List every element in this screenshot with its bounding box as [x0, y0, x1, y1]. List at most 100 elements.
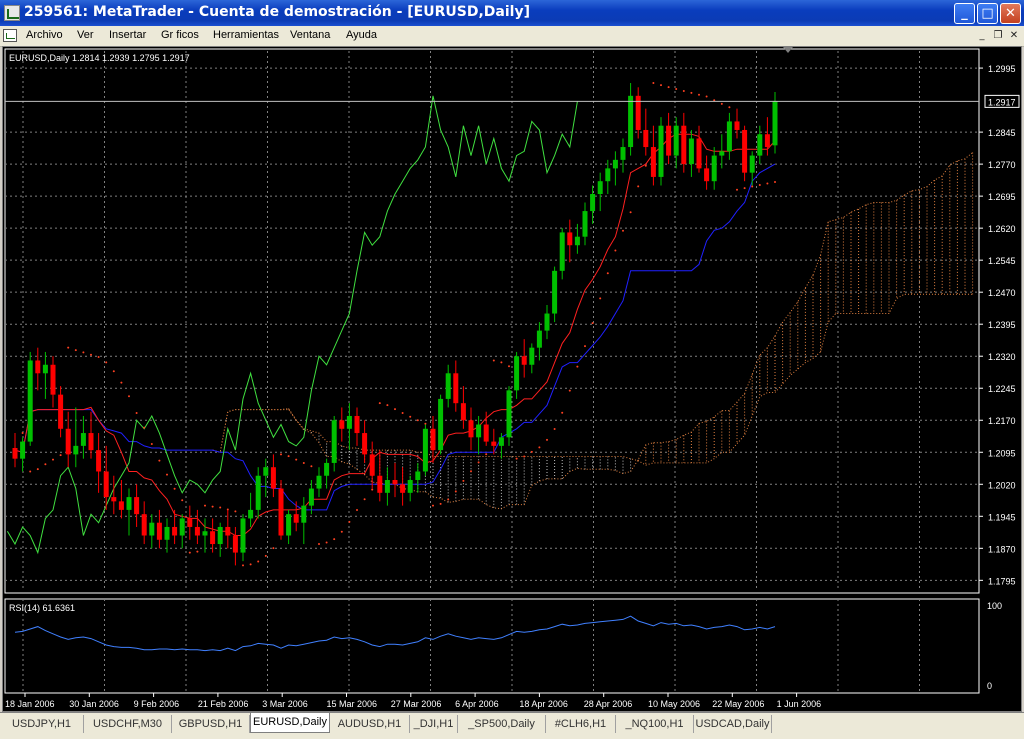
- parabolic-sar-dot: [470, 470, 472, 473]
- parabolic-sar-dot: [758, 183, 761, 186]
- candle-body: [666, 125, 672, 156]
- metatrader-app-icon[interactable]: [4, 5, 20, 21]
- parabolic-sar-dot: [97, 355, 100, 358]
- mdi-restore-button[interactable]: ❐: [991, 30, 1005, 42]
- menu-ayuda[interactable]: Ayuda: [346, 29, 377, 41]
- parabolic-sar-dot: [143, 426, 146, 429]
- candle-body: [681, 125, 687, 165]
- candle-body: [255, 475, 261, 510]
- candle-body: [749, 155, 755, 173]
- parabolic-sar-dot: [660, 84, 662, 87]
- chart-tab[interactable]: _DJI,H1: [410, 715, 458, 733]
- x-axis-tick-label: 1 Jun 2006: [777, 699, 822, 709]
- parabolic-sar-dot: [173, 487, 176, 490]
- parabolic-sar-dot: [211, 505, 214, 508]
- candle-body: [521, 356, 527, 365]
- menu-archivo[interactable]: Archivo: [26, 29, 63, 41]
- parabolic-sar-dot: [82, 351, 85, 354]
- chart-shift-marker[interactable]: [783, 47, 793, 53]
- candle-body: [453, 373, 459, 404]
- minimize-button[interactable]: _: [954, 3, 975, 24]
- menu-herramientas[interactable]: Herramientas: [213, 29, 279, 41]
- candle-body: [445, 373, 451, 399]
- candle-body: [80, 433, 86, 446]
- parabolic-sar-dot: [622, 229, 624, 232]
- parabolic-sar-dot: [698, 93, 700, 96]
- x-axis-tick-label: 27 Mar 2006: [391, 699, 442, 709]
- candle-body: [278, 488, 284, 536]
- menu-graficos[interactable]: Gr ficos: [161, 29, 199, 41]
- candle-body: [27, 360, 33, 442]
- candle-body: [582, 211, 588, 237]
- menu-insertar[interactable]: Insertar: [109, 29, 146, 41]
- candle-body: [529, 347, 535, 365]
- price-chart[interactable]: 1.2917 1.2995 1.2845 1.2770 1.2695 1.2620 1.25…: [3, 47, 1021, 711]
- parabolic-sar-dot: [348, 520, 351, 523]
- parabolic-sar-dot: [546, 438, 548, 441]
- x-axis-tick-label: 18 Jan 2006: [5, 699, 55, 709]
- candle-body: [764, 134, 770, 148]
- candle-body: [50, 364, 56, 395]
- parabolic-sar-dot: [447, 498, 450, 501]
- chart-tab[interactable]: USDCHF,M30: [84, 715, 172, 733]
- parabolic-sar-dot: [561, 411, 564, 414]
- parabolic-sar-dot: [439, 502, 442, 505]
- mdi-minimize-button[interactable]: _: [975, 30, 989, 42]
- menu-ver[interactable]: Ver: [77, 29, 94, 41]
- y-axis-tick-label: 1.2620: [988, 224, 1016, 234]
- chart-tab[interactable]: _NQ100,H1: [616, 715, 694, 733]
- candle-body: [65, 428, 71, 455]
- parabolic-sar-dot: [462, 479, 465, 482]
- candle-body: [536, 330, 542, 348]
- parabolic-sar-dot: [302, 462, 305, 465]
- main-pane-border: [4, 48, 980, 594]
- parabolic-sar-dot: [44, 463, 47, 466]
- chart-tab[interactable]: AUDUSD,H1: [330, 715, 410, 733]
- candle-body: [134, 497, 140, 515]
- parabolic-sar-dot: [264, 554, 267, 557]
- y-axis-tick-label: 1.2995: [988, 64, 1016, 74]
- x-axis-tick-label: 18 Apr 2006: [519, 699, 568, 709]
- parabolic-sar-dot: [29, 470, 32, 473]
- y-axis-tick-label: 1.2845: [988, 128, 1016, 138]
- chart-tab[interactable]: USDCAD,Daily: [694, 715, 772, 733]
- parabolic-sar-dot: [690, 91, 693, 94]
- candle-body: [118, 501, 124, 510]
- candle-body: [248, 509, 254, 519]
- candle-body: [346, 415, 352, 429]
- candle-body: [673, 125, 679, 156]
- parabolic-sar-dot: [128, 395, 130, 398]
- parabolic-sar-dot: [257, 560, 260, 563]
- parabolic-sar-dot: [743, 187, 746, 190]
- parabolic-sar-dot: [188, 551, 191, 554]
- maximize-button[interactable]: □: [977, 3, 998, 24]
- candle-body: [58, 394, 64, 429]
- menu-ventana[interactable]: Ventana: [290, 29, 330, 41]
- x-axis-tick-label: 15 Mar 2006: [327, 699, 378, 709]
- candle-body: [88, 433, 94, 451]
- chart-tab[interactable]: GBPUSD,H1: [172, 715, 250, 733]
- rsi-pane-border: [4, 598, 980, 694]
- parabolic-sar-dot: [751, 185, 754, 188]
- chart-window[interactable]: 1.2917 1.2995 1.2845 1.2770 1.2695 1.2620 1.25…: [2, 46, 1022, 712]
- parabolic-sar-dot: [378, 402, 381, 405]
- parabolic-sar-dot: [584, 345, 586, 348]
- y-axis-tick-label: 1.2020: [988, 480, 1016, 490]
- parabolic-sar-dot: [280, 453, 282, 456]
- chart-tab[interactable]: USDJPY,H1: [0, 715, 84, 733]
- candle-body: [772, 101, 778, 146]
- mdi-close-button[interactable]: ✕: [1007, 30, 1021, 42]
- candle-body: [711, 155, 717, 182]
- chart-tab[interactable]: EURUSD,Daily: [250, 713, 330, 733]
- parabolic-sar-dot: [90, 353, 92, 356]
- parabolic-sar-dot: [105, 361, 108, 364]
- chart-window-icon[interactable]: [3, 29, 17, 42]
- parabolic-sar-dot: [340, 530, 343, 533]
- candle-body: [111, 497, 117, 502]
- chart-tab[interactable]: _SP500,Daily: [458, 715, 546, 733]
- chart-tab[interactable]: #CLH6,H1: [546, 715, 616, 733]
- close-button[interactable]: ✕: [1000, 3, 1021, 24]
- candle-body: [559, 232, 565, 271]
- parabolic-sar-dot: [135, 411, 138, 414]
- senkou-span-b-line: [212, 293, 973, 466]
